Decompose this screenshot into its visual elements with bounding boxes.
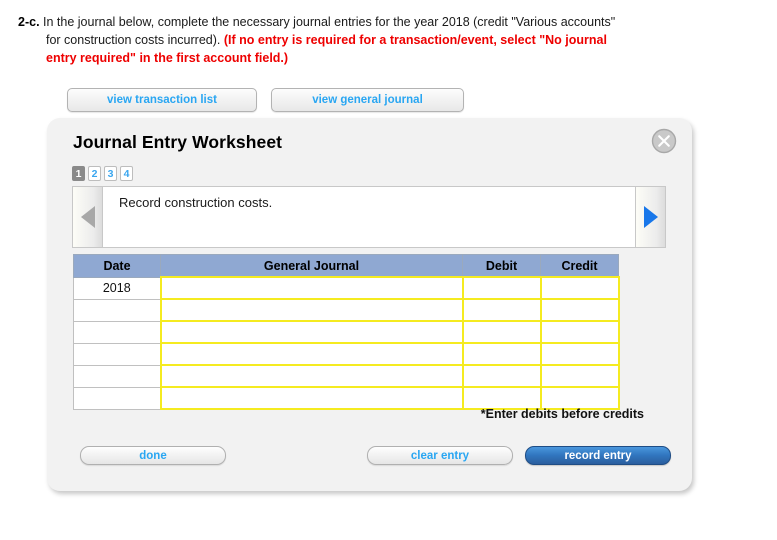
credit-input[interactable] [539, 320, 620, 344]
triangle-right-icon [643, 206, 658, 228]
table-row [73, 342, 620, 366]
column-header-debit: Debit [462, 254, 541, 278]
general-journal-input[interactable] [159, 298, 464, 322]
journal-entry-table: Date General Journal Debit Credit 2018 [73, 254, 620, 410]
general-journal-input[interactable] [159, 276, 464, 300]
page-title: Journal Entry Worksheet [73, 132, 283, 152]
clear-entry-button[interactable]: clear entry [367, 446, 513, 465]
date-cell[interactable] [73, 342, 161, 366]
record-entry-button[interactable]: record entry [525, 446, 671, 465]
date-cell[interactable] [73, 386, 161, 410]
column-header-general-journal: General Journal [160, 254, 463, 278]
previous-entry-button[interactable] [73, 187, 103, 247]
debit-input[interactable] [461, 298, 542, 322]
view-transaction-list-button[interactable]: view transaction list [67, 88, 257, 112]
general-journal-input[interactable] [159, 320, 464, 344]
debits-before-credits-note: *Enter debits before credits [480, 407, 644, 421]
debit-input[interactable] [461, 276, 542, 300]
general-journal-input[interactable] [159, 342, 464, 366]
general-journal-input[interactable] [159, 386, 464, 410]
pager-tab-4[interactable]: 4 [120, 166, 133, 181]
question-block: 2-c. In the journal below, complete the … [18, 14, 632, 67]
table-row: 2018 [73, 276, 620, 300]
debit-input[interactable] [461, 364, 542, 388]
table-row [73, 298, 620, 322]
pager-tab-3[interactable]: 3 [104, 166, 117, 181]
credit-input[interactable] [539, 386, 620, 410]
column-header-date: Date [73, 254, 161, 278]
debit-input[interactable] [461, 386, 542, 410]
pager-tab-1[interactable]: 1 [72, 166, 85, 181]
prompt-text: Record construction costs. [119, 195, 273, 210]
done-button[interactable]: done [80, 446, 226, 465]
debit-input[interactable] [461, 342, 542, 366]
date-cell[interactable] [73, 298, 161, 322]
next-entry-button[interactable] [635, 187, 665, 247]
credit-input[interactable] [539, 342, 620, 366]
table-row [73, 386, 620, 410]
table-row [73, 320, 620, 344]
credit-input[interactable] [539, 364, 620, 388]
pager-tab-2[interactable]: 2 [88, 166, 101, 181]
date-cell[interactable] [73, 364, 161, 388]
date-cell[interactable] [73, 320, 161, 344]
close-icon[interactable] [651, 128, 677, 154]
column-header-credit: Credit [540, 254, 619, 278]
view-button-group: view transaction list view general journ… [67, 88, 464, 112]
debit-input[interactable] [461, 320, 542, 344]
view-general-journal-button[interactable]: view general journal [271, 88, 464, 112]
question-number: 2-c. [18, 15, 40, 29]
general-journal-input[interactable] [159, 364, 464, 388]
journal-entry-worksheet-panel: Journal Entry Worksheet 1 2 3 4 Record c… [47, 118, 692, 491]
credit-input[interactable] [539, 298, 620, 322]
table-header-row: Date General Journal Debit Credit [73, 254, 619, 278]
date-cell[interactable]: 2018 [73, 276, 161, 300]
credit-input[interactable] [539, 276, 620, 300]
table-row [73, 364, 620, 388]
triangle-left-icon [80, 206, 95, 228]
prompt-strip: Record construction costs. [72, 186, 666, 248]
worksheet-pager: 1 2 3 4 [72, 166, 133, 181]
